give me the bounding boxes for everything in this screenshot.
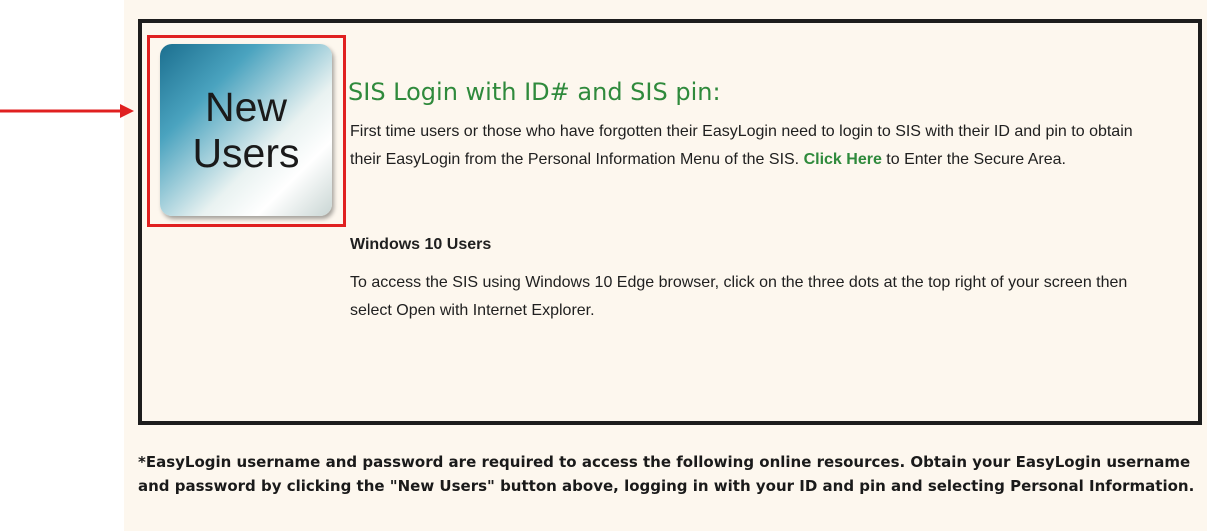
click-here-link[interactable]: Click Here xyxy=(804,151,882,168)
right-arrow-icon xyxy=(0,104,134,118)
windows10-heading: Windows 10 Users xyxy=(350,236,492,253)
new-users-button-line2: Users xyxy=(192,130,300,176)
windows10-text: To access the SIS using Windows 10 Edge … xyxy=(350,274,1128,319)
intro-text-after-link: to Enter the Secure Area. xyxy=(881,151,1066,168)
new-users-button-line1: New xyxy=(204,84,288,130)
sis-login-heading: SIS Login with ID# and SIS pin: xyxy=(348,78,721,106)
new-users-button[interactable]: New Users xyxy=(160,44,332,216)
sis-login-intro: First time users or those who have forgo… xyxy=(350,118,1162,174)
easylogin-footnote: *EasyLogin username and password are req… xyxy=(138,453,1195,495)
